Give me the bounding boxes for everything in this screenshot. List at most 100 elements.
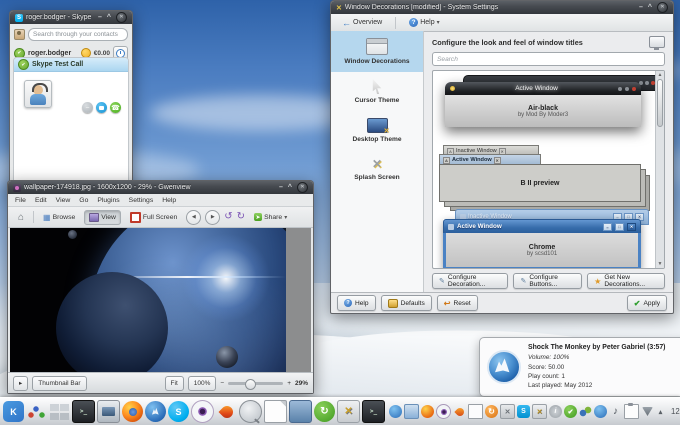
minimize-icon[interactable]: –	[279, 185, 283, 191]
browse-button[interactable]: ▦ Browse	[38, 210, 80, 225]
close-icon[interactable]: ✕	[116, 12, 127, 23]
search-tool-icon[interactable]	[239, 400, 262, 423]
rotate-left-icon[interactable]: ↺	[224, 212, 232, 222]
chat-button[interactable]: –	[82, 102, 93, 113]
gwenview-titlebar[interactable]: wallpaper-174918.jpg - 1600x1200 - 29% -…	[8, 181, 313, 194]
gwenview-launcher-icon[interactable]	[191, 400, 214, 423]
rotate-right-icon[interactable]: ↻	[237, 212, 245, 222]
decoration-item-air-black[interactable]: Active Window Air-black by Mod By Moder3	[441, 75, 649, 139]
get-new-decorations-button[interactable]: ★ Get New Decorations...	[587, 273, 665, 289]
text-editor-icon[interactable]	[264, 400, 287, 423]
sidebar-item-window-decorations[interactable]: Window Decorations	[331, 31, 423, 72]
document-tray-icon[interactable]	[468, 404, 483, 419]
decoration-item-chrome[interactable]: Inactive Window – □ ✕ Active Window	[441, 209, 647, 267]
amarok-launcher-icon[interactable]	[145, 401, 166, 422]
overview-button[interactable]: ← Overview	[337, 15, 387, 31]
system-settings-icon[interactable]: ✕	[337, 400, 360, 423]
display-manager-icon[interactable]	[97, 400, 120, 423]
maximize-icon[interactable]: ^	[107, 15, 111, 21]
zoom-100-button[interactable]: 100%	[188, 376, 217, 391]
contact-row[interactable]: ✔ Skype Test Call	[14, 58, 128, 72]
zoom-in-icon[interactable]: +	[287, 380, 291, 387]
terminal-icon[interactable]: >_	[362, 400, 385, 423]
refresh-tray-icon[interactable]: ↻	[485, 405, 498, 418]
zoom-out-icon[interactable]: −	[220, 380, 224, 387]
wifi-icon[interactable]	[641, 405, 654, 418]
firefox-tray-icon[interactable]	[421, 405, 434, 418]
sidebar-item-desktop-theme[interactable]: Desktop Theme	[331, 111, 423, 150]
close-icon[interactable]: ✕	[657, 2, 668, 13]
utility-tray-icon[interactable]: ✕	[500, 404, 515, 419]
skype-launcher-icon[interactable]: S	[168, 401, 189, 422]
tray-expander-icon[interactable]: ▴	[656, 405, 665, 418]
skype-balance[interactable]: €0.00	[94, 50, 110, 57]
flame-tray-icon[interactable]	[453, 405, 466, 418]
network-manager-icon[interactable]	[594, 405, 607, 418]
decoration-item-b2[interactable]: A Inactive Window ✕ A Active Window ✕ B …	[439, 145, 651, 201]
clock[interactable]: 12:38 PM	[667, 407, 680, 416]
skype-titlebar[interactable]: S roger.bodger - Skype – ^ ✕	[10, 11, 132, 24]
maximize-icon[interactable]: ^	[648, 5, 652, 11]
klipper-icon[interactable]	[624, 404, 639, 419]
network-pair-icon[interactable]	[579, 405, 592, 418]
minimize-icon[interactable]: –	[98, 15, 102, 21]
network-globe-icon[interactable]	[389, 405, 402, 418]
scrollbar[interactable]: ▲ ▼	[655, 71, 664, 268]
settings-titlebar[interactable]: ✕ Window Decorations [modified] - System…	[331, 1, 673, 14]
decoration-list[interactable]: Active Window Air-black by Mod By Moder3	[432, 70, 665, 269]
menu-settings[interactable]: Settings	[129, 197, 154, 204]
fit-button[interactable]: Fit	[165, 376, 184, 391]
call-button[interactable]: ☎	[110, 102, 121, 113]
scroll-up-icon[interactable]: ▲	[656, 71, 664, 79]
defaults-button[interactable]: Defaults	[381, 295, 432, 311]
zoom-slider[interactable]	[228, 382, 283, 385]
flame-app-icon[interactable]	[216, 401, 237, 422]
desktop-pager-icon[interactable]	[49, 401, 70, 422]
help-button[interactable]: ? Help ▾	[404, 15, 444, 30]
account-name[interactable]: roger.bodger	[28, 50, 71, 57]
scroll-down-icon[interactable]: ▼	[656, 260, 664, 268]
konsole-icon[interactable]: >_	[72, 400, 95, 423]
volume-icon[interactable]: ♪	[609, 405, 622, 418]
contact-avatar[interactable]	[24, 80, 52, 108]
info-tray-icon[interactable]: i	[549, 405, 562, 418]
slider-handle[interactable]	[245, 379, 256, 390]
previous-image-button[interactable]: ◀	[186, 210, 201, 225]
document-blue-icon[interactable]	[404, 404, 419, 419]
settings-tray-icon[interactable]: ✕	[532, 404, 547, 419]
menu-file[interactable]: File	[15, 197, 26, 204]
home-button[interactable]: ⌂	[13, 209, 29, 226]
menu-plugins[interactable]: Plugins	[97, 197, 119, 204]
video-call-button[interactable]	[96, 102, 107, 113]
image-viewport[interactable]	[10, 228, 311, 373]
kde-menu-icon[interactable]: K	[3, 401, 24, 422]
help-footer-button[interactable]: ? Help	[337, 295, 376, 311]
view-button[interactable]: View	[84, 210, 121, 225]
skype-tray-icon[interactable]: S	[517, 405, 530, 418]
close-icon[interactable]: ✕	[297, 182, 308, 193]
updates-ok-icon[interactable]: ✔	[564, 405, 577, 418]
menu-go[interactable]: Go	[79, 197, 88, 204]
reset-button[interactable]: ↩ Reset	[437, 295, 478, 311]
minimize-icon[interactable]: –	[639, 5, 643, 11]
full-screen-button[interactable]: Full Screen	[125, 209, 182, 226]
next-image-button[interactable]: ▶	[205, 210, 220, 225]
decoration-search-input[interactable]	[432, 52, 665, 66]
software-update-icon[interactable]: ↻	[314, 401, 335, 422]
maximize-icon[interactable]: ^	[288, 185, 292, 191]
menu-edit[interactable]: Edit	[35, 197, 47, 204]
menu-help[interactable]: Help	[162, 197, 176, 204]
gwenview-tray-icon[interactable]	[436, 404, 451, 419]
share-button[interactable]: ➤ Share ▾	[249, 210, 292, 224]
firefox-icon[interactable]	[122, 401, 143, 422]
thumbnail-bar-button[interactable]: Thumbnail Bar	[32, 376, 86, 391]
scrollbar-thumb[interactable]	[657, 79, 663, 127]
skype-search-input[interactable]	[28, 28, 128, 41]
media-notification[interactable]: Shock The Monkey by Peter Gabriel (3:57)…	[479, 337, 680, 397]
sidebar-item-cursor-theme[interactable]: Cursor Theme	[331, 72, 423, 111]
menu-view[interactable]: View	[56, 197, 71, 204]
configure-decoration-button[interactable]: ✎ Configure Decoration...	[432, 273, 508, 289]
file-manager-icon[interactable]	[289, 400, 312, 423]
pager-dots-icon[interactable]	[26, 401, 47, 422]
apply-button[interactable]: ✔ Apply	[627, 295, 667, 311]
